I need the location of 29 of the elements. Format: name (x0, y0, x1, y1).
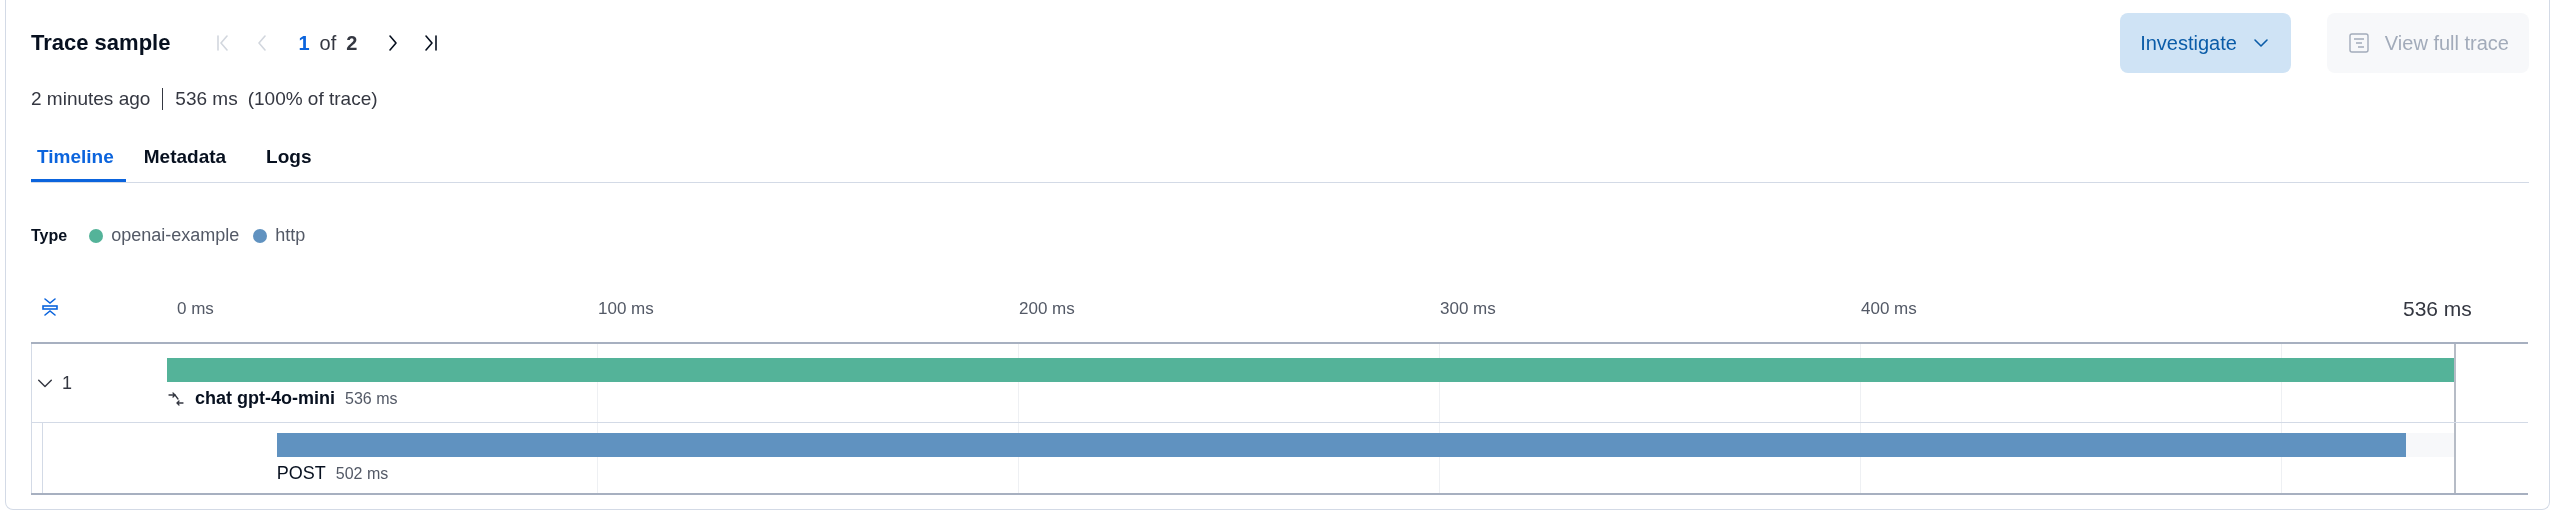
page-of-label: of (319, 31, 337, 55)
tab[interactable]: Metadata (137, 135, 249, 182)
total-pages: 2 (346, 31, 358, 55)
span-bar[interactable] (276, 433, 2407, 457)
axis-end-label: 536 ms (2403, 296, 2472, 321)
section-title: Trace sample (31, 30, 171, 56)
span-name: chat gpt-4o-mini (195, 388, 335, 409)
investigate-button[interactable]: Investigate (2120, 13, 2291, 73)
legend-item: http (275, 225, 306, 246)
trace-age: 2 minutes ago (31, 88, 151, 110)
span-bar[interactable] (167, 358, 2454, 382)
expand-toggle[interactable]: 1 (32, 372, 76, 394)
current-page: 1 (298, 31, 310, 55)
legend-item: openai-example (111, 225, 240, 246)
span-name: POST (276, 463, 326, 484)
axis-tick-label: 0 ms (177, 298, 215, 319)
span-duration: 502 ms (335, 464, 389, 483)
axis-tick-label: 300 ms (1440, 298, 1497, 319)
trace-share: (100% of trace) (247, 88, 378, 110)
span-duration: 536 ms (345, 389, 398, 408)
document-icon (2346, 31, 2371, 55)
axis-tick-label: 100 ms (598, 298, 655, 319)
tab[interactable]: Logs (260, 135, 334, 182)
axis-tick-label: 400 ms (1861, 298, 1918, 319)
tab[interactable]: Timeline (31, 135, 126, 182)
trace-duration: 536 ms (175, 88, 238, 110)
collapse-icon[interactable] (39, 295, 61, 318)
legend-label: Type (31, 226, 68, 245)
axis-tick-label: 200 ms (1019, 298, 1076, 319)
